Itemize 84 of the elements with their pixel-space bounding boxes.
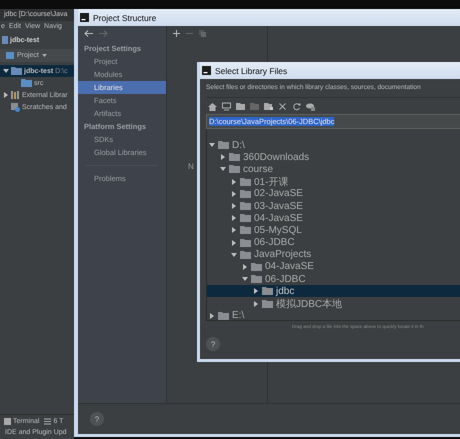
collapse-arrow-icon[interactable] — [209, 142, 215, 148]
tree-row[interactable]: 03-JavaSE — [207, 200, 460, 212]
expand-arrow-icon[interactable] — [231, 178, 237, 185]
folder-icon — [240, 226, 251, 234]
folder-icon — [262, 300, 273, 308]
scratch-icon — [11, 102, 20, 112]
tree-row[interactable]: 模拟JDBC本地 — [207, 297, 460, 310]
expand-arrow-icon[interactable] — [231, 240, 237, 246]
expand-arrow-icon[interactable] — [220, 154, 226, 160]
folder-name: D:\ — [232, 140, 245, 151]
folder-icon — [218, 312, 229, 320]
library-icon — [11, 91, 20, 99]
folder-name: E:\ — [232, 310, 244, 320]
tree-row[interactable]: 04-JavaSE — [207, 260, 460, 274]
back-icon[interactable] — [84, 30, 93, 36]
folder-icon — [21, 79, 32, 87]
dropdown-icon — [42, 54, 47, 57]
empty-text: N — [188, 162, 194, 171]
folder-name: JavaProjects — [254, 249, 312, 260]
folder-icon — [240, 202, 251, 210]
expand-arrow-icon[interactable] — [231, 190, 237, 197]
new-folder-icon[interactable] — [264, 102, 273, 110]
home-icon[interactable] — [208, 102, 217, 110]
expand-arrow-icon[interactable] — [209, 312, 215, 319]
delete-icon[interactable] — [278, 102, 287, 110]
terminal-icon — [4, 418, 11, 424]
project-icon — [6, 52, 14, 59]
expand-arrow-icon[interactable] — [253, 300, 259, 307]
list-icon — [44, 418, 52, 424]
expand-arrow-icon[interactable] — [242, 264, 248, 270]
help-button[interactable]: ? — [90, 412, 104, 426]
tree-row[interactable]: 360Downloads — [207, 151, 460, 164]
tree-row[interactable]: 01-开课 — [207, 176, 460, 188]
collapse-arrow-icon[interactable] — [231, 252, 237, 258]
help-button[interactable]: ? — [206, 337, 220, 351]
app-icon — [202, 66, 211, 75]
folder-name: 06-JDBC — [265, 274, 306, 285]
folder-name: 360Downloads — [243, 152, 310, 163]
folder-name: 03-JavaSE — [254, 200, 303, 212]
folder-name: course — [243, 164, 274, 175]
expand-arrow-icon[interactable] — [253, 288, 259, 294]
tree-row[interactable]: D:\ — [207, 139, 460, 152]
desktop-icon[interactable] — [222, 102, 231, 110]
collapse-arrow-icon[interactable] — [3, 68, 9, 74]
folder-icon — [11, 67, 22, 75]
refresh-icon[interactable] — [292, 102, 301, 110]
folder-icon — [240, 250, 251, 259]
expand-arrow-icon[interactable] — [231, 227, 237, 234]
app-icon — [80, 13, 89, 22]
folder-icon — [251, 262, 262, 271]
collapse-arrow-icon[interactable] — [242, 276, 248, 282]
expand-arrow-icon[interactable] — [3, 92, 9, 98]
tree-row[interactable]: 04-JavaSE — [207, 212, 460, 224]
folder-icon — [240, 190, 251, 198]
tree-row[interactable]: course — [207, 163, 460, 176]
tree-row[interactable]: 05-MySQL — [207, 224, 460, 236]
folder-icon — [229, 165, 240, 174]
collapse-arrow-icon[interactable] — [220, 166, 226, 172]
tree-row[interactable]: E:\ — [207, 310, 460, 320]
expand-arrow-icon[interactable] — [231, 215, 237, 222]
folder-icon — [262, 287, 273, 296]
folder-icon — [240, 214, 251, 222]
folder-name: 04-JavaSE — [265, 261, 314, 272]
folder-icon — [240, 178, 251, 186]
module-icon — [2, 36, 8, 44]
tree-row[interactable]: 06-JDBC — [207, 236, 460, 249]
folder-name: 06-JDBC — [254, 237, 295, 248]
folder-icon — [240, 238, 251, 247]
tree-row[interactable]: jdbc — [207, 285, 460, 298]
folder-name: 05-MySQL — [254, 224, 302, 236]
window-title: Select Library Files — [215, 66, 288, 76]
add-icon[interactable] — [173, 30, 180, 36]
folder-name: 02-JavaSE — [254, 188, 303, 200]
tree-row[interactable]: 06-JDBC — [207, 273, 460, 286]
folder-name: 模拟JDBC本地 — [276, 298, 342, 311]
window-title: Project Structure — [93, 12, 156, 22]
folder-icon — [229, 153, 240, 162]
folder-name: jdbc — [276, 286, 294, 297]
tree-row[interactable]: JavaProjects — [207, 248, 460, 261]
tree-row[interactable]: 02-JavaSE — [207, 188, 460, 200]
folder-name: 01-开课 — [254, 176, 288, 189]
expand-arrow-icon[interactable] — [231, 203, 237, 210]
folder-icon — [218, 141, 229, 150]
folder-name: 04-JavaSE — [254, 212, 303, 224]
